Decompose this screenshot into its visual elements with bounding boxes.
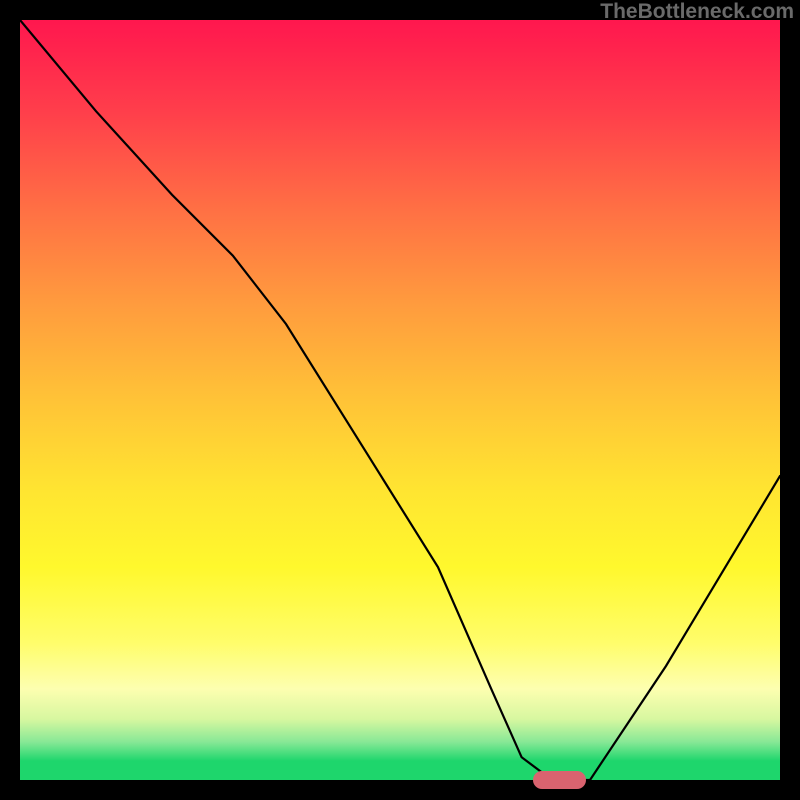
- bottleneck-curve: [20, 20, 780, 780]
- watermark-text: TheBottleneck.com: [600, 0, 794, 24]
- optimum-marker: [533, 771, 586, 789]
- plot-area: [20, 20, 780, 780]
